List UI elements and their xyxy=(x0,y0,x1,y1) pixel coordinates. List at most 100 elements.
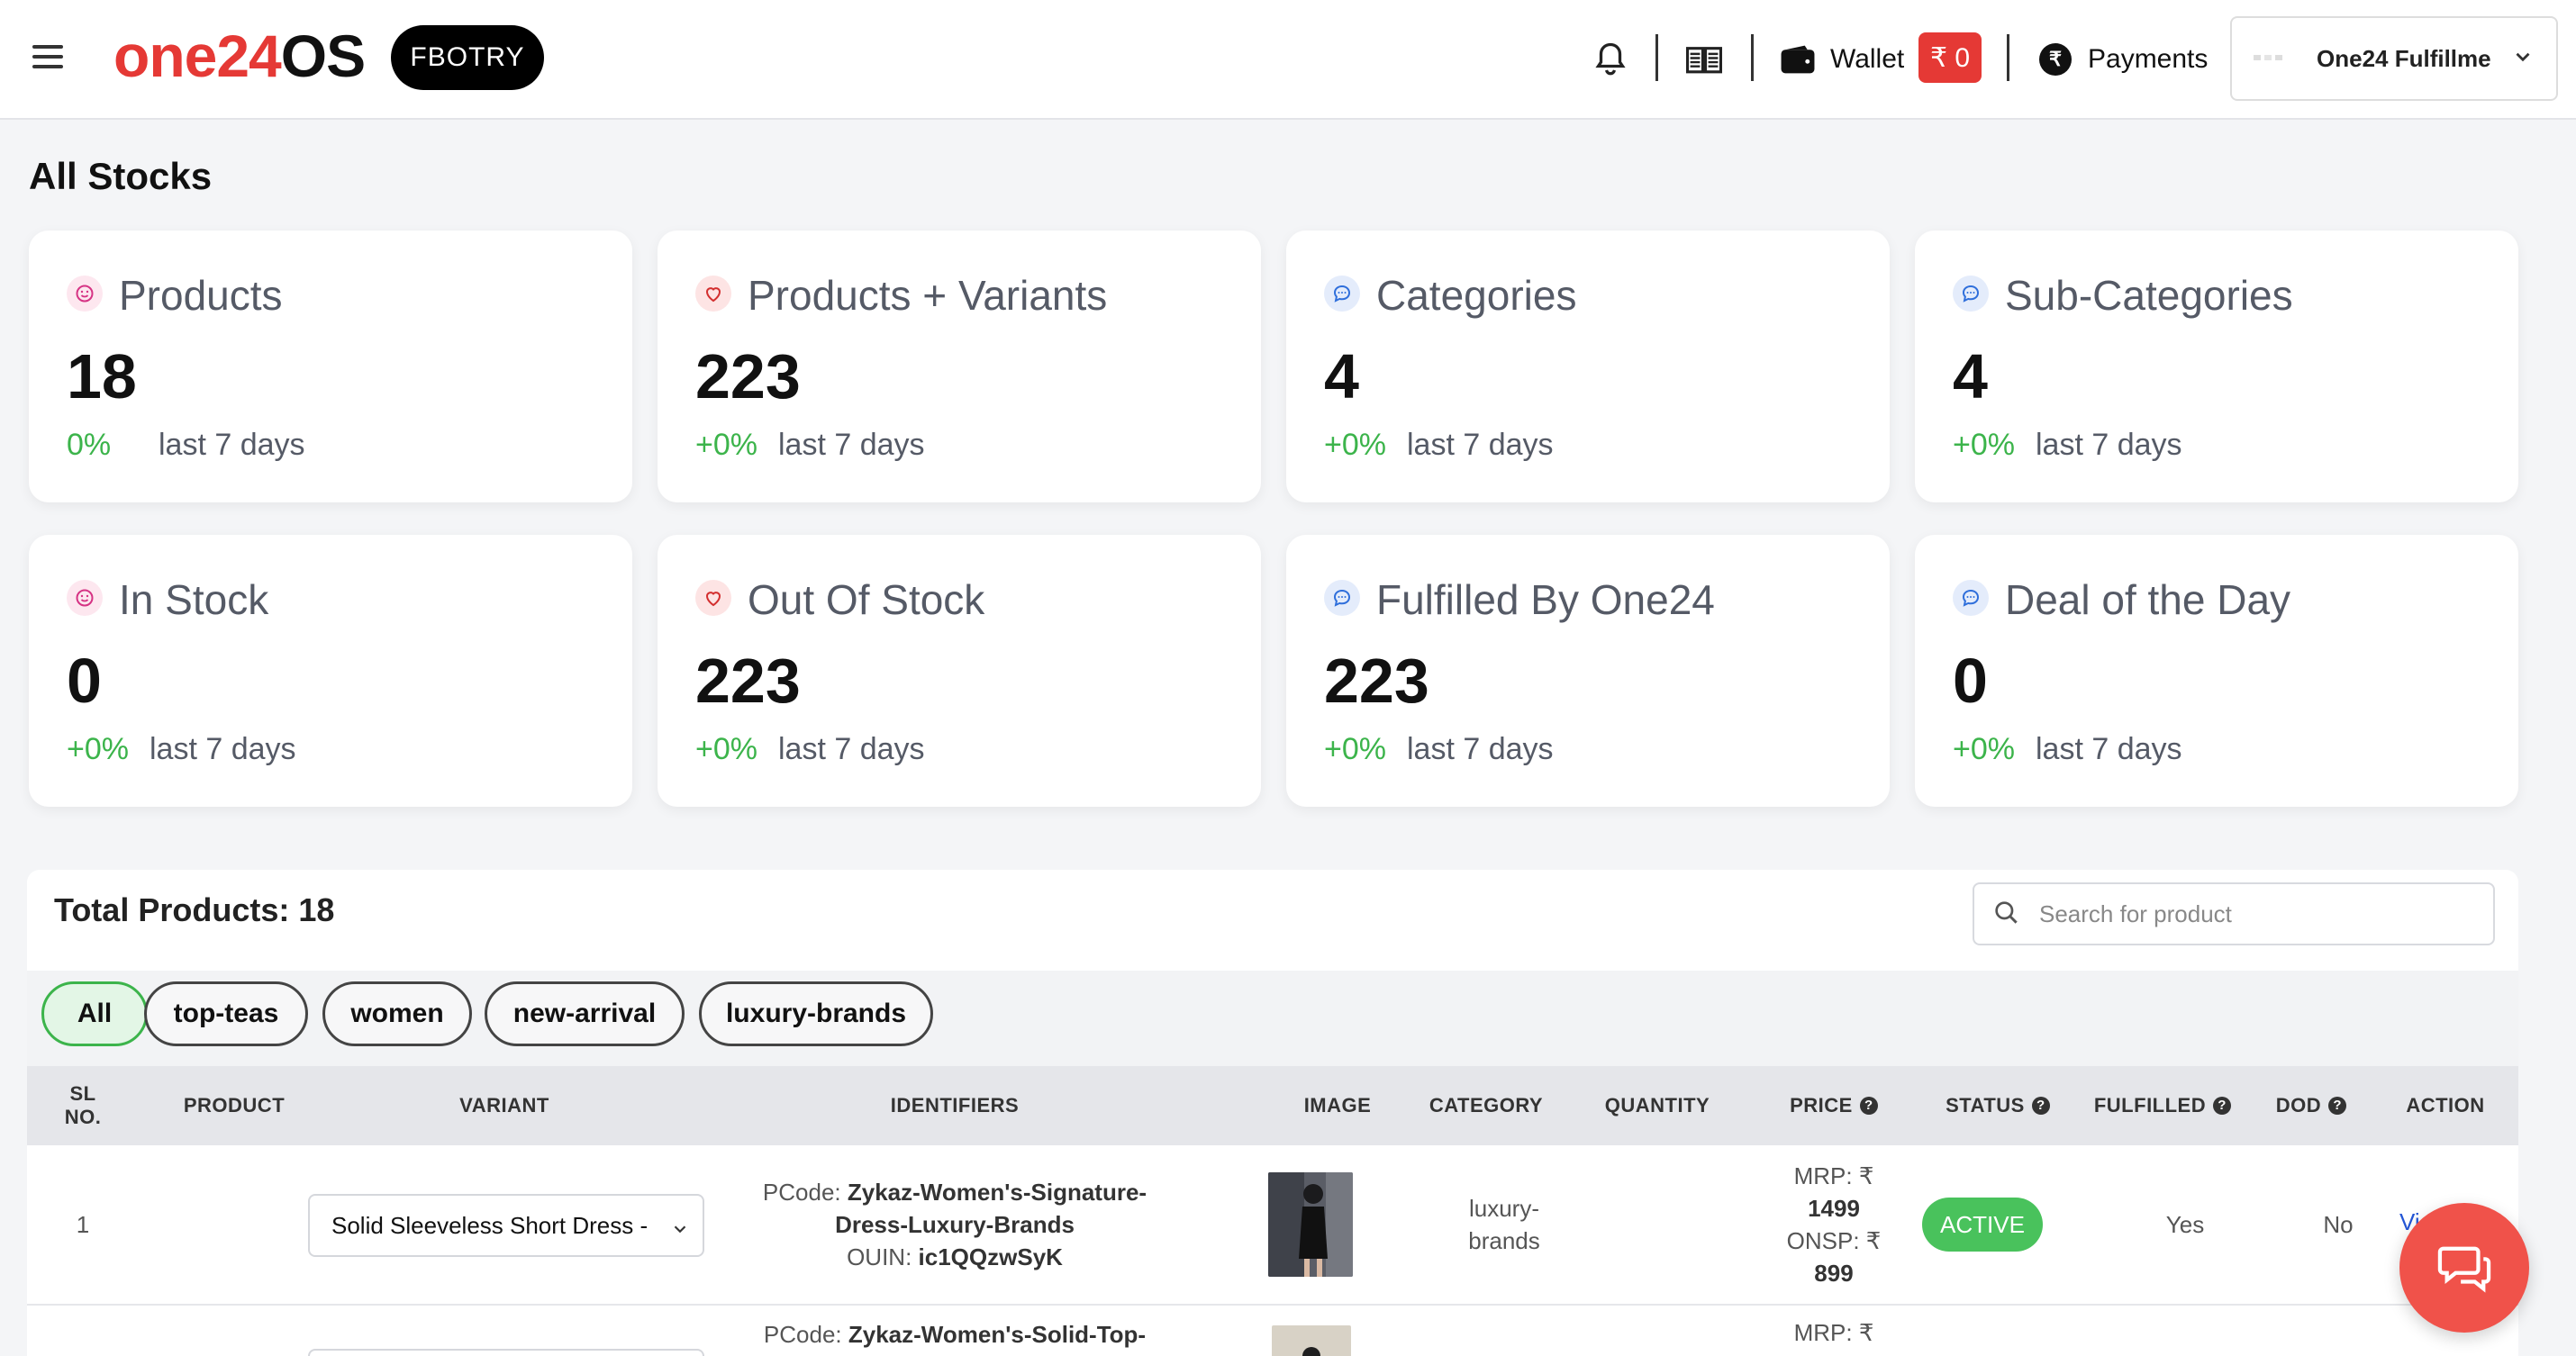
stat-period: last 7 days xyxy=(159,428,305,462)
chat-icon xyxy=(1953,580,1989,616)
stat-delta: +0% xyxy=(1953,428,2015,462)
stat-card-products-variants[interactable]: Products + Variants 223 +0% last 7 days xyxy=(658,231,1261,502)
chat-support-button[interactable] xyxy=(2399,1203,2529,1333)
stat-label: Fulfilled By One24 xyxy=(1376,576,1715,623)
wallet-balance-badge[interactable]: ₹ 0 xyxy=(1918,32,1982,83)
one24os-logo[interactable]: one24OS xyxy=(113,20,366,92)
help-icon[interactable]: ? xyxy=(2031,1097,2050,1115)
help-icon[interactable]: ? xyxy=(2213,1097,2232,1115)
heart-icon xyxy=(695,580,731,616)
wallet-icon[interactable] xyxy=(1778,40,1818,79)
wallet-label[interactable]: Wallet xyxy=(1830,40,1904,79)
account-switcher[interactable]: One24 Fulfillme xyxy=(2230,16,2558,101)
stat-card-categories[interactable]: Categories 4 +0% last 7 days xyxy=(1286,231,1890,502)
column-header-quantity[interactable]: QUANTITY xyxy=(1549,1066,1765,1145)
rupee-coin-icon: ₹ xyxy=(2039,43,2072,76)
hamburger-menu-icon[interactable] xyxy=(32,45,63,70)
chevron-down-icon xyxy=(670,1217,690,1245)
chat-bubbles-icon xyxy=(2437,1246,2491,1293)
bell-icon[interactable] xyxy=(1591,40,1630,79)
ouin-label: OUIN: xyxy=(847,1243,912,1270)
stat-card-in-stock[interactable]: In Stock 0 +0% last 7 days xyxy=(29,535,632,807)
stat-delta: 0% xyxy=(67,428,112,462)
help-icon[interactable]: ? xyxy=(2328,1097,2347,1115)
top-navigation-bar: one24OS FBOTRY Wallet ₹ 0 ₹ Payments One… xyxy=(0,0,2576,120)
stat-period: last 7 days xyxy=(778,428,925,462)
column-header-text: PRICE xyxy=(1790,1094,1853,1116)
stat-delta: +0% xyxy=(1324,428,1386,462)
pcode-label: PCode: xyxy=(762,1179,841,1206)
logo-text-os: OS xyxy=(280,23,366,89)
product-thumbnail[interactable] xyxy=(1268,1172,1353,1277)
heart-icon xyxy=(695,276,731,312)
stat-value: 223 xyxy=(695,646,801,716)
stat-label: Out Of Stock xyxy=(748,576,985,623)
product-thumbnail[interactable] xyxy=(1272,1325,1351,1356)
filter-chip-women[interactable]: women xyxy=(322,981,472,1046)
news-icon[interactable] xyxy=(1684,40,1724,79)
search-icon xyxy=(1992,899,2021,932)
stat-delta: +0% xyxy=(1324,732,1386,766)
account-logo-icon xyxy=(2254,50,2290,63)
column-header-text: NO. xyxy=(64,1106,102,1128)
stat-label: Categories xyxy=(1376,272,1577,319)
pcode-line: PCode: Zykaz-Women's-Signature- xyxy=(763,1176,1147,1208)
column-header-action: ACTION xyxy=(2406,1094,2485,1116)
pcode-line-2: Dress-Luxury-Brands xyxy=(835,1208,1075,1241)
row-sl-no: 1 xyxy=(76,1211,90,1238)
ouin-value: ic1QQzwSyK xyxy=(918,1243,1063,1270)
stat-label: Sub-Categories xyxy=(2005,272,2293,319)
status-badge: ACTIVE xyxy=(1922,1198,2043,1252)
filter-chip-all[interactable]: All xyxy=(41,981,148,1046)
identifiers-cell: PCode: Zykaz-Women's-Solid-Top- xyxy=(730,1318,1180,1351)
help-icon[interactable]: ? xyxy=(1859,1097,1878,1115)
stat-period: last 7 days xyxy=(150,732,296,766)
column-header-sl-no: SL NO. xyxy=(47,1066,119,1145)
payments-link[interactable]: Payments xyxy=(2088,40,2208,79)
column-header-variant[interactable]: VARIANT xyxy=(324,1066,685,1145)
stat-delta: +0% xyxy=(695,428,757,462)
stat-period: last 7 days xyxy=(2036,732,2182,766)
smile-icon xyxy=(67,276,103,312)
onsp-value: 899 xyxy=(1814,1260,1854,1287)
filter-chip-new-arrival[interactable]: new-arrival xyxy=(485,981,685,1046)
pcode-value: Zykaz-Women's-Solid-Top- xyxy=(848,1321,1147,1348)
table-row: PCode: Zykaz-Women's-Solid-Top- MRP: ₹ xyxy=(27,1304,2518,1356)
category-text: luxury- xyxy=(1468,1195,1539,1222)
column-header-text: DOD xyxy=(2275,1094,2322,1116)
variant-select[interactable] xyxy=(308,1349,704,1356)
stat-value: 0 xyxy=(67,646,102,716)
chevron-down-icon xyxy=(2511,45,2535,73)
stat-card-out-of-stock[interactable]: Out Of Stock 223 +0% last 7 days xyxy=(658,535,1261,807)
stat-card-products[interactable]: Products 18 0% last 7 days xyxy=(29,231,632,502)
product-search-box[interactable] xyxy=(1973,882,2495,945)
variant-select-value: Solid Sleeveless Short Dress - xyxy=(331,1211,649,1239)
stat-card-fulfilled-by-one24[interactable]: Fulfilled By One24 223 +0% last 7 days xyxy=(1286,535,1890,807)
filter-chip-top-teas[interactable]: top-teas xyxy=(144,981,308,1046)
org-badge[interactable]: FBOTRY xyxy=(391,25,544,90)
header-divider xyxy=(1655,34,1658,81)
column-header-dod[interactable]: DOD? xyxy=(2230,1066,2392,1145)
stat-label: Products + Variants xyxy=(748,272,1108,319)
chat-icon xyxy=(1324,276,1360,312)
identifiers-cell: PCode: Zykaz-Women's-Signature- Dress-Lu… xyxy=(730,1165,1180,1284)
column-header-product[interactable]: PRODUCT xyxy=(144,1066,324,1145)
ouin-line: OUIN: ic1QQzwSyK xyxy=(847,1241,1063,1273)
smile-icon xyxy=(67,580,103,616)
pcode-value: Dress-Luxury-Brands xyxy=(835,1211,1075,1238)
column-header-text: SL xyxy=(69,1082,96,1105)
stat-card-sub-categories[interactable]: Sub-Categories 4 +0% last 7 days xyxy=(1915,231,2518,502)
table-row: 1 Solid Sleeveless Short Dress - PCode: … xyxy=(27,1145,2518,1306)
stat-value: 18 xyxy=(67,341,137,411)
column-header-price[interactable]: PRICE? xyxy=(1744,1066,1924,1145)
filter-chip-luxury-brands[interactable]: luxury-brands xyxy=(699,981,933,1046)
search-input[interactable] xyxy=(2037,895,2473,933)
variant-select[interactable]: Solid Sleeveless Short Dress - xyxy=(308,1194,704,1257)
stat-card-deal-of-the-day[interactable]: Deal of the Day 0 +0% last 7 days xyxy=(1915,535,2518,807)
stat-value: 223 xyxy=(695,341,801,411)
pcode-value: Zykaz-Women's-Signature- xyxy=(847,1179,1147,1206)
column-header-identifiers[interactable]: IDENTIFIERS xyxy=(730,1066,1180,1145)
total-products-title: Total Products: 18 xyxy=(54,891,335,928)
stat-period: last 7 days xyxy=(1407,428,1554,462)
stat-value: 4 xyxy=(1953,341,1988,411)
